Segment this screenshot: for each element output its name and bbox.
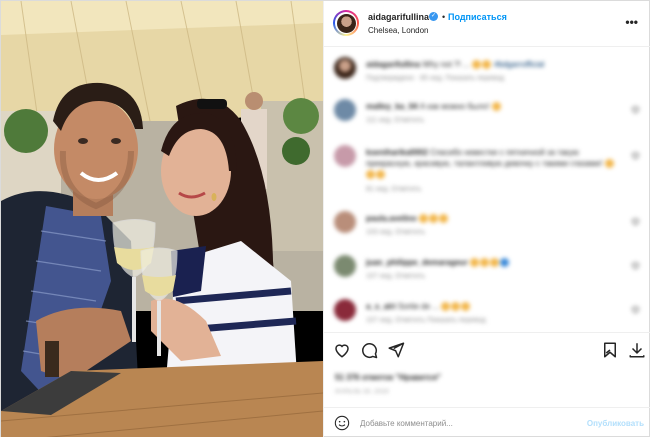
smile-icon[interactable] [334, 415, 350, 431]
heart-icon[interactable] [631, 261, 640, 270]
post-actions: 51 376 отметок "Нравится" АПРЕЛЬ 16, 201… [324, 332, 650, 407]
comment-meta: 81 нед. Ответить [366, 186, 422, 193]
comment-meta: 111 нед. Ответить [366, 117, 425, 124]
heart-icon[interactable] [631, 305, 640, 314]
avatar[interactable] [334, 299, 356, 321]
comment-meta: 103 нед. Ответить [366, 229, 426, 236]
avatar[interactable] [334, 145, 356, 167]
follow-button[interactable]: Подписаться [448, 12, 507, 22]
heart-icon[interactable] [631, 217, 640, 226]
comment-meta: 107 нед. Ответить Показать перевод [366, 317, 486, 324]
avatar[interactable] [333, 10, 359, 36]
verified-icon: ✓ [429, 12, 438, 21]
avatar[interactable] [334, 99, 356, 121]
publish-button[interactable]: Опубликовать [587, 419, 644, 428]
location-link[interactable]: Chelsea, London [368, 26, 429, 35]
comment-input[interactable] [360, 416, 570, 430]
instagram-post-window: aidagarifullina ✓ • Подписаться Chelsea,… [0, 0, 650, 437]
comment-icon[interactable] [360, 341, 378, 359]
author-username[interactable]: aidagarifullina [368, 12, 429, 22]
heart-icon[interactable] [333, 341, 351, 359]
comment-text: aidagarifullina Why not ?! ... #bdgarrof… [366, 60, 545, 70]
heart-icon[interactable] [631, 105, 640, 114]
avatar[interactable] [334, 211, 356, 233]
post-side-panel: aidagarifullina ✓ • Подписаться Chelsea,… [323, 1, 650, 437]
add-comment-bar: Опубликовать [324, 407, 650, 437]
comment-text: a_s_alri Sortie de ... [366, 301, 616, 312]
share-icon[interactable] [387, 341, 405, 359]
avatar[interactable] [334, 57, 356, 79]
comment-text: kseniharika0002 Спасибо невестке с пятни… [366, 147, 616, 180]
likes-count[interactable]: 51 376 отметок "Нравится" [335, 373, 441, 382]
download-icon[interactable] [628, 341, 646, 359]
comment-text: paula.avelino [366, 213, 616, 224]
post-header: aidagarifullina ✓ • Подписаться Chelsea,… [324, 1, 650, 47]
comment-text: malley_ka_04 А как можно было! [366, 101, 616, 112]
heart-icon[interactable] [631, 151, 640, 160]
separator-dot: • [442, 12, 446, 22]
bookmark-icon[interactable] [601, 341, 619, 359]
comment-meta: Подтверждено · 85 нед. Показать перевод [366, 75, 505, 82]
post-date: АПРЕЛЬ 16, 2019 [335, 389, 389, 395]
post-photo[interactable] [1, 1, 323, 437]
more-icon[interactable]: ••• [625, 15, 638, 29]
comments-list[interactable]: aidagarifullina Why not ?! ... #bdgarrof… [324, 47, 650, 332]
comment-text: juan_philippe_demarageur [366, 257, 616, 268]
comment-meta: 107 нед. Ответить [366, 273, 426, 280]
avatar[interactable] [334, 255, 356, 277]
